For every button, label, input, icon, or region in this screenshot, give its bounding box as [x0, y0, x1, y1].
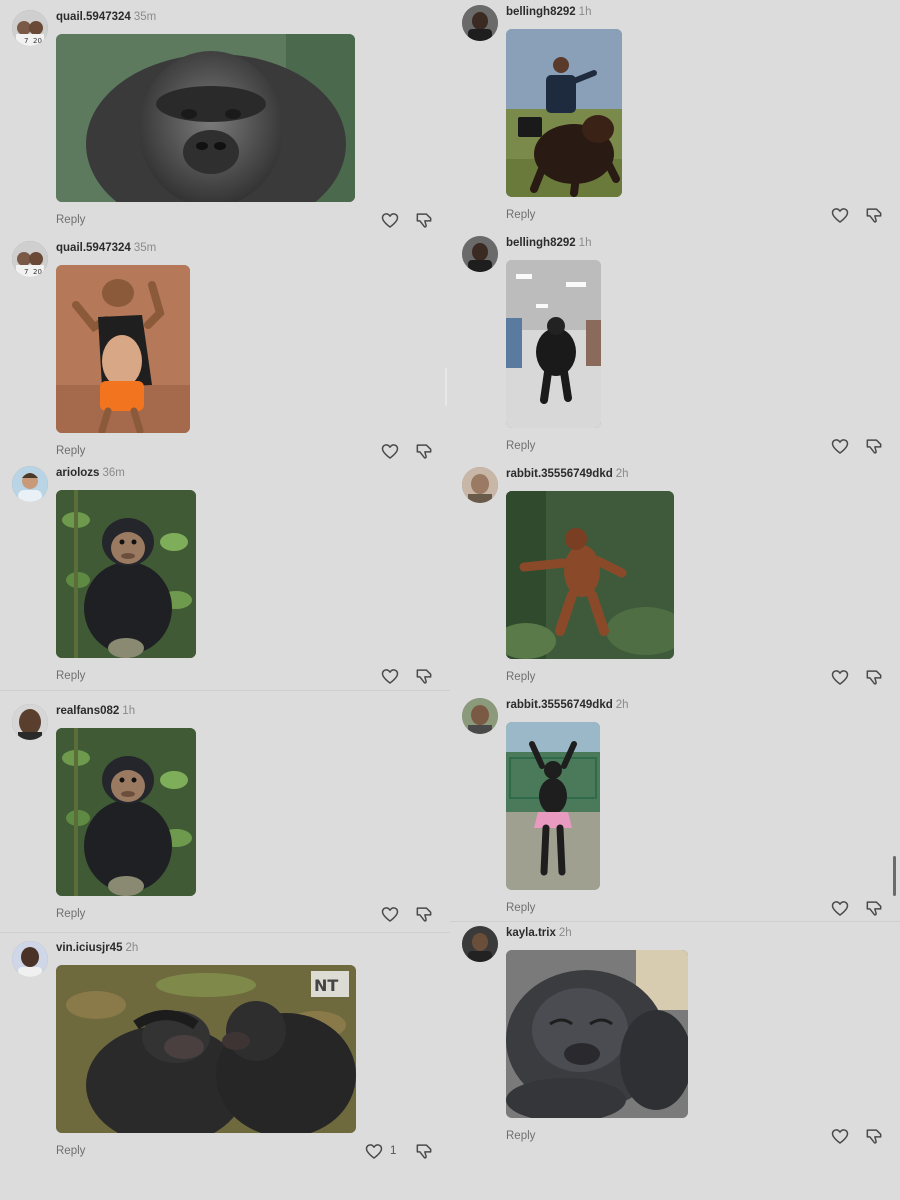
heart-icon[interactable] — [830, 205, 850, 225]
timestamp: 36m — [102, 467, 125, 479]
timestamp: 1h — [122, 705, 136, 717]
thumbs-down-icon[interactable] — [864, 436, 884, 456]
avatar[interactable] — [462, 236, 498, 272]
timestamp: 1h — [578, 237, 592, 249]
thumbs-down-icon[interactable] — [414, 904, 434, 924]
gif-image[interactable] — [506, 260, 601, 428]
heart-icon[interactable] — [830, 667, 850, 687]
divider — [0, 932, 450, 933]
avatar[interactable] — [12, 941, 48, 977]
avatar[interactable]: 7 20 — [12, 241, 48, 277]
username[interactable]: rabbit.35556749dkd — [506, 699, 613, 711]
avatar[interactable]: 7 20 — [12, 10, 48, 46]
reply-button[interactable]: Reply — [56, 670, 85, 682]
avatar[interactable] — [462, 926, 498, 962]
gif-image[interactable] — [56, 34, 355, 202]
thumbs-down-icon[interactable] — [414, 441, 434, 461]
username[interactable]: ariolozs — [56, 467, 99, 479]
timestamp: 2h — [615, 699, 629, 711]
gif-image[interactable] — [506, 722, 600, 890]
thumbs-down-icon[interactable] — [414, 1141, 434, 1161]
svg-text:NT: NT — [314, 976, 338, 995]
reply-button[interactable]: Reply — [56, 445, 85, 457]
comment-meta: rabbit.35556749dkd 2h — [506, 468, 629, 480]
heart-icon[interactable] — [364, 1141, 384, 1161]
reply-button[interactable]: Reply — [506, 902, 535, 914]
gif-image[interactable] — [56, 490, 196, 658]
avatar[interactable] — [12, 704, 48, 740]
heart-icon[interactable] — [380, 666, 400, 686]
thumbs-down-icon[interactable] — [414, 666, 434, 686]
comments-column-right: bellingh8292 1h Reply bellingh8292 1h Re… — [450, 0, 900, 1200]
comment-meta: ariolozs 36m — [56, 467, 125, 479]
like-count: 1 — [390, 1145, 397, 1157]
reply-button[interactable]: Reply — [506, 671, 535, 683]
gif-image[interactable] — [56, 728, 196, 896]
reply-button[interactable]: Reply — [506, 209, 535, 221]
comment-meta: quail.5947324 35m — [56, 242, 156, 254]
gif-image[interactable] — [506, 29, 622, 197]
thumbs-down-icon[interactable] — [864, 898, 884, 918]
avatar[interactable] — [462, 698, 498, 734]
svg-text:20: 20 — [33, 268, 42, 276]
comment-meta: kayla.trix 2h — [506, 927, 572, 939]
comment-meta: vin.iciusjr45 2h — [56, 942, 138, 954]
username[interactable]: kayla.trix — [506, 927, 556, 939]
scrollbar-thumb[interactable] — [445, 368, 447, 406]
username[interactable]: quail.5947324 — [56, 242, 131, 254]
divider — [0, 690, 450, 691]
avatar[interactable] — [462, 5, 498, 41]
svg-text:7: 7 — [24, 37, 28, 45]
reply-button[interactable]: Reply — [56, 214, 85, 226]
reply-button[interactable]: Reply — [56, 1145, 85, 1157]
username[interactable]: realfans082 — [56, 705, 119, 717]
comment-meta: rabbit.35556749dkd 2h — [506, 699, 629, 711]
comment-meta: quail.5947324 35m — [56, 11, 156, 23]
comment-meta: bellingh8292 1h — [506, 237, 591, 249]
username[interactable]: quail.5947324 — [56, 11, 131, 23]
username[interactable]: vin.iciusjr45 — [56, 942, 122, 954]
timestamp: 2h — [558, 927, 572, 939]
thumbs-down-icon[interactable] — [864, 205, 884, 225]
heart-icon[interactable] — [830, 898, 850, 918]
heart-icon[interactable] — [830, 1126, 850, 1146]
reply-button[interactable]: Reply — [506, 440, 535, 452]
gif-image[interactable] — [506, 491, 674, 659]
username[interactable]: bellingh8292 — [506, 6, 576, 18]
svg-text:7: 7 — [24, 268, 28, 276]
comments-column-left: 7 20 quail.5947324 35m Reply 7 20 quail.… — [0, 0, 450, 1200]
heart-icon[interactable] — [380, 441, 400, 461]
timestamp: 2h — [125, 942, 139, 954]
heart-icon[interactable] — [380, 904, 400, 924]
reply-button[interactable]: Reply — [506, 1130, 535, 1142]
timestamp: 35m — [133, 11, 157, 23]
divider — [450, 921, 900, 922]
avatar[interactable] — [462, 467, 498, 503]
username[interactable]: bellingh8292 — [506, 237, 576, 249]
gif-image[interactable] — [56, 265, 190, 433]
timestamp: 1h — [578, 6, 592, 18]
thumbs-down-icon[interactable] — [414, 210, 434, 230]
gif-image[interactable] — [506, 950, 688, 1118]
svg-text:20: 20 — [33, 37, 42, 45]
avatar[interactable] — [12, 466, 48, 502]
heart-icon[interactable] — [830, 436, 850, 456]
username[interactable]: rabbit.35556749dkd — [506, 468, 613, 480]
thumbs-down-icon[interactable] — [864, 1126, 884, 1146]
timestamp: 2h — [615, 468, 629, 480]
scrollbar-thumb[interactable] — [893, 856, 896, 896]
thumbs-down-icon[interactable] — [864, 667, 884, 687]
reply-button[interactable]: Reply — [56, 908, 85, 920]
comment-meta: realfans082 1h — [56, 705, 135, 717]
gif-image[interactable]: NT — [56, 965, 356, 1133]
heart-icon[interactable] — [380, 210, 400, 230]
comment-meta: bellingh8292 1h — [506, 6, 591, 18]
timestamp: 35m — [133, 242, 157, 254]
